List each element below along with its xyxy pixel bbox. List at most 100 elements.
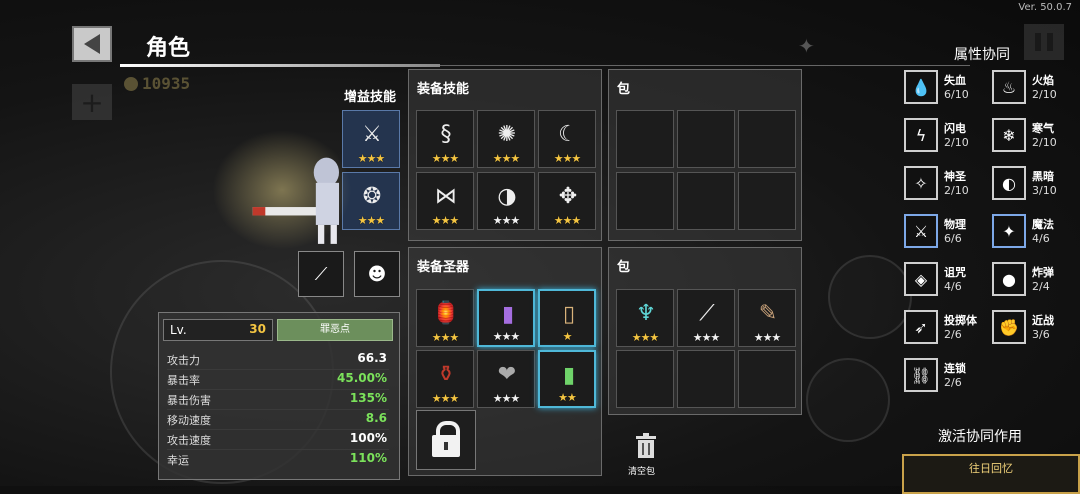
synergy-count: 2/10 — [944, 184, 969, 197]
bag-slot[interactable] — [738, 172, 796, 230]
weapon-slot[interactable]: ☻ — [354, 251, 400, 297]
dagger-icon: ⟋ — [699, 300, 715, 326]
synergy-count: 6/10 — [944, 88, 969, 101]
pause-button[interactable] — [1024, 24, 1064, 60]
skill-slot[interactable]: ⋈ ★★★ — [416, 172, 474, 230]
projectile-icon: ➶ — [904, 310, 938, 344]
past-memory-label: 往日回忆 — [969, 462, 1013, 475]
bag-slot[interactable]: ♆ ★★★ — [616, 289, 674, 347]
bag-slot[interactable] — [616, 350, 674, 408]
bomb-icon: ● — [992, 262, 1026, 296]
star-rating: ★★★ — [753, 331, 782, 344]
synergy-name: 神圣 — [944, 170, 966, 183]
synergy-item[interactable]: ➶ 投掷体 2/6 — [904, 310, 994, 346]
relic-slot[interactable]: ▮ ★★ — [538, 350, 596, 408]
synergy-item[interactable]: ⛓ 连锁 2/6 — [904, 358, 994, 394]
equip-relics-label: 装备圣器 — [417, 260, 470, 275]
relic-slot[interactable]: ⚱ ★★★ — [416, 350, 474, 408]
stat-label: 幸运 — [167, 454, 189, 467]
scarecrow-icon: ☻ — [367, 263, 387, 285]
bag-slot[interactable] — [677, 350, 735, 408]
weapon-slot[interactable]: ⟋ — [298, 251, 344, 297]
stat-row: 移动速度 8.6 — [167, 409, 389, 430]
divider — [440, 65, 970, 66]
synergy-item[interactable]: ϟ 闪电 2/10 — [904, 118, 994, 154]
synergy-item[interactable]: ❄ 寒气 2/10 — [992, 118, 1080, 154]
bag-slot[interactable] — [738, 350, 796, 408]
serpent-icon: § — [440, 121, 452, 147]
stat-row: 暴击伤害 135% — [167, 389, 389, 410]
locked-slot[interactable] — [416, 410, 476, 470]
stat-row: 攻击力 66.3 — [167, 349, 389, 370]
stat-value: 45.00% — [337, 371, 387, 385]
karma-button[interactable]: 罪恶点 — [277, 319, 393, 341]
synergy-count: 2/6 — [944, 328, 962, 341]
bag-slot[interactable]: ✎ ★★★ — [738, 289, 796, 347]
compass-sigil-icon: ✥ — [558, 183, 578, 209]
sword-icon: ⚔ — [904, 214, 938, 248]
stat-row: 暴击率 45.00% — [167, 369, 389, 390]
stat-label: 暴击伤害 — [167, 394, 211, 407]
trash-icon[interactable] — [632, 432, 660, 460]
skill-slot[interactable]: § ★★★ — [416, 110, 474, 168]
level-label: Lv. — [170, 323, 187, 337]
synergy-item[interactable]: ⚔ 物理 6/6 — [904, 214, 994, 250]
relic-slot[interactable]: ❤ ★★★ — [477, 350, 535, 408]
add-button[interactable]: + — [72, 84, 112, 120]
skill-slot[interactable]: ◑ ★★★ — [477, 172, 535, 230]
synergy-count: 2/10 — [944, 136, 969, 149]
coin-amount: 10935 — [142, 74, 191, 93]
skill-slot[interactable]: ☾ ★★★ — [538, 110, 596, 168]
synergy-item[interactable]: ✦ 魔法 4/6 — [992, 214, 1080, 250]
back-button[interactable] — [72, 26, 112, 62]
synergy-count: 2/4 — [1032, 280, 1050, 293]
bag-slot[interactable]: ⟋ ★★★ — [677, 289, 735, 347]
skill-slot[interactable]: ✺ ★★★ — [477, 110, 535, 168]
rifle-icon: ⟋ — [314, 263, 328, 285]
stat-label: 移动速度 — [167, 414, 211, 427]
clear-bag-label: 清空包 — [628, 467, 656, 477]
star-rating: ★★★ — [431, 392, 460, 405]
relic-slot[interactable]: ▯ ★ — [538, 289, 596, 347]
green-tome-icon: ▮ — [562, 362, 576, 388]
level-box: Lv. 30 — [163, 319, 273, 341]
stat-label: 攻击速度 — [167, 434, 211, 447]
past-memory-panel[interactable]: 往日回忆 — [902, 454, 1080, 494]
skill-slot[interactable]: ✥ ★★★ — [538, 172, 596, 230]
activate-synergy-label: 激活协同作用 — [938, 429, 1022, 445]
synergy-count: 3/6 — [1032, 328, 1050, 341]
synergy-count: 4/6 — [1032, 232, 1050, 245]
fist-icon: ✊ — [992, 310, 1026, 344]
synergy-item[interactable]: ♨ 火焰 2/10 — [992, 70, 1080, 106]
relic-slot[interactable]: 🏮 ★★★ — [416, 289, 474, 347]
action-button-ghost — [806, 358, 890, 442]
snowflake-icon: ❄ — [992, 118, 1026, 152]
synergy-name: 失血 — [944, 74, 966, 87]
lantern-icon: 🏮 — [432, 300, 460, 326]
stat-value: 66.3 — [357, 351, 387, 365]
synergy-item[interactable]: ✊ 近战 3/6 — [992, 310, 1080, 346]
bag-slot[interactable] — [616, 110, 674, 168]
synergy-item[interactable]: ◐ 黑暗 3/10 — [992, 166, 1080, 202]
star-rating: ★ — [562, 330, 573, 343]
synergy-name: 闪电 — [944, 122, 966, 135]
synergy-item[interactable]: ✧ 神圣 2/10 — [904, 166, 994, 202]
star-rating: ★★★ — [553, 152, 582, 165]
synergy-name: 投掷体 — [944, 314, 977, 327]
stat-value: 8.6 — [365, 411, 387, 425]
synergy-item[interactable]: ● 炸弹 2/4 — [992, 262, 1080, 298]
synergy-name: 诅咒 — [944, 266, 966, 279]
synergy-item[interactable]: ◈ 诅咒 4/6 — [904, 262, 994, 298]
synergy-name: 寒气 — [1032, 122, 1054, 135]
bag-slot[interactable] — [677, 110, 735, 168]
star-rating: ★★ — [558, 391, 577, 404]
star-rating: ★★★ — [553, 214, 582, 227]
synergy-item[interactable]: 💧 失血 6/10 — [904, 70, 994, 106]
bag-slot[interactable] — [616, 172, 674, 230]
synergy-name: 火焰 — [1032, 74, 1054, 87]
bag-slot[interactable] — [677, 172, 735, 230]
relic-slot[interactable]: ▮ ★★★ — [477, 289, 535, 347]
synergy-title: 属性协同 — [954, 47, 1010, 63]
stat-value: 110% — [349, 451, 387, 465]
bag-slot[interactable] — [738, 110, 796, 168]
